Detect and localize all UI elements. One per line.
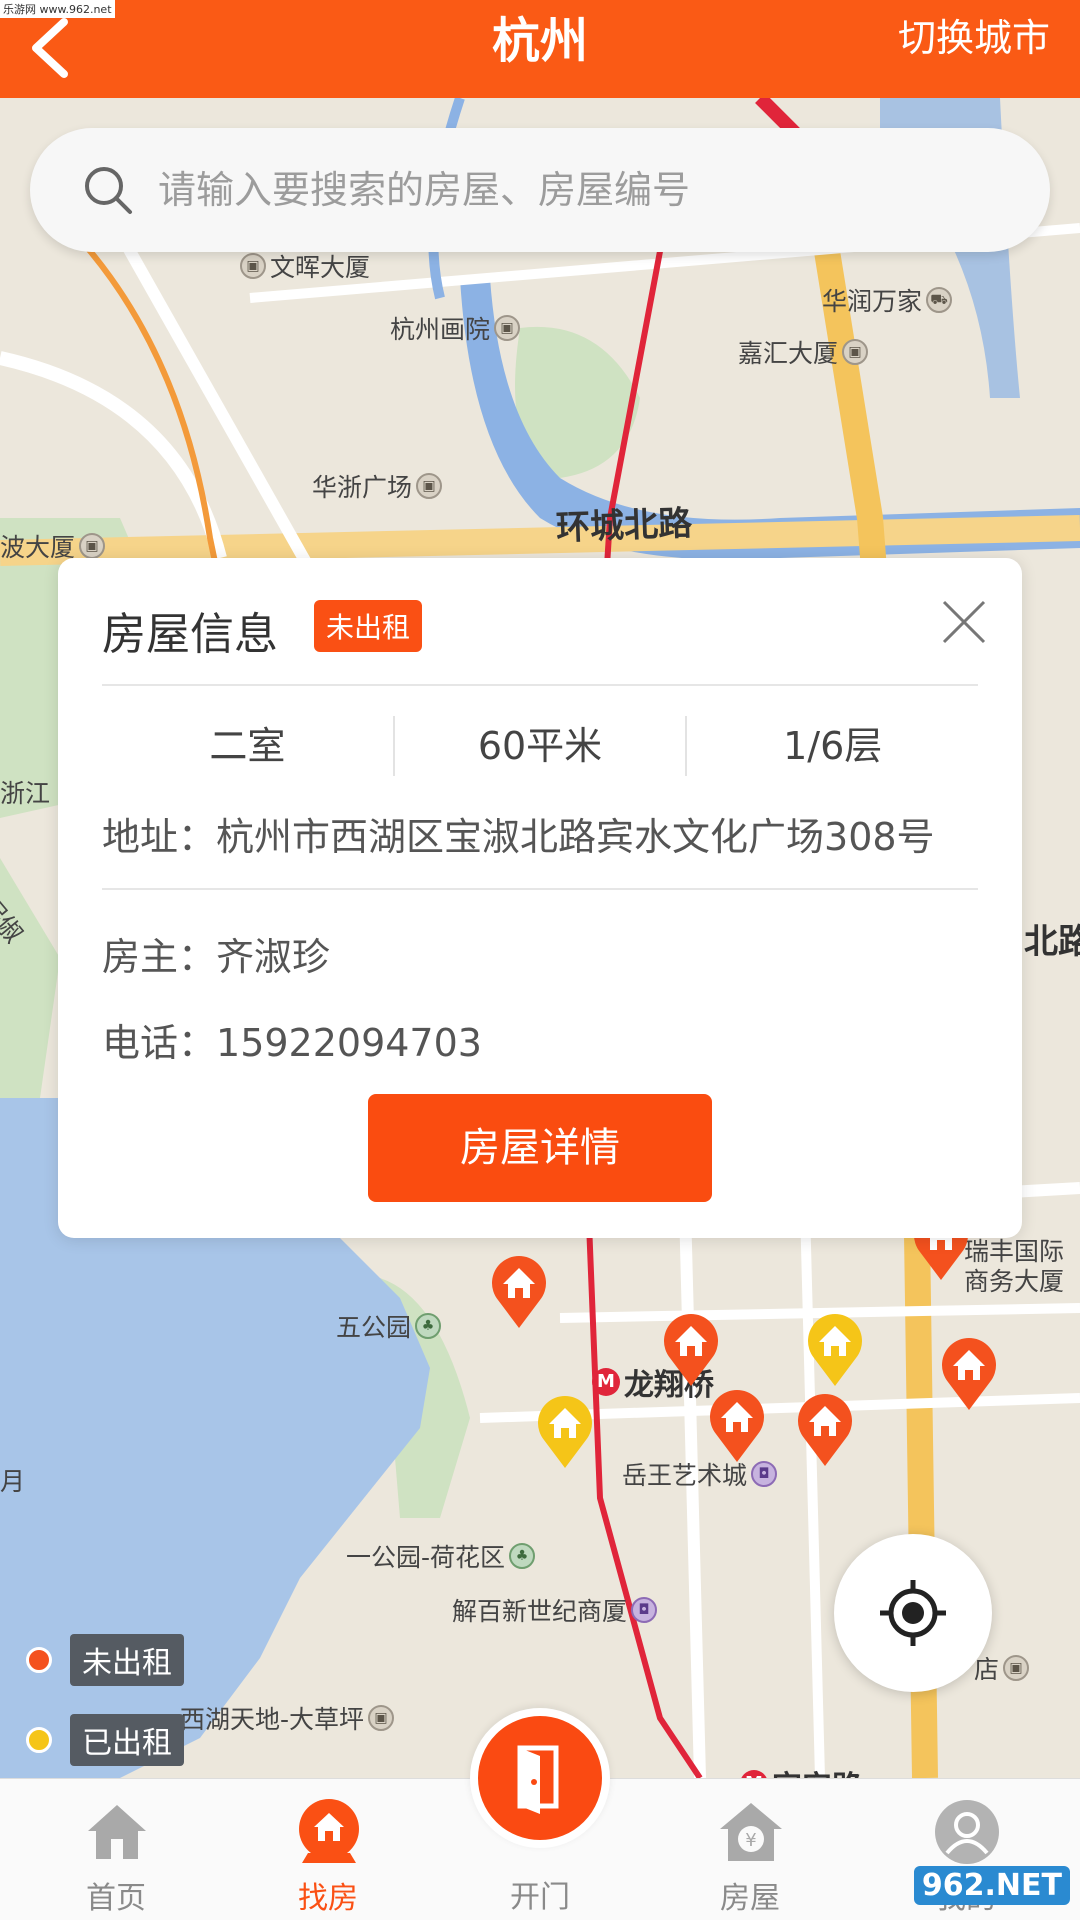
poi-label: 五公园 ♣: [336, 1308, 442, 1344]
legend-item-rented: 已出租: [26, 1714, 184, 1766]
house-marker-icon: [664, 1314, 718, 1386]
close-button[interactable]: [938, 596, 990, 648]
nav-label: 找房: [298, 1881, 358, 1916]
nav-house[interactable]: ¥ 房屋: [680, 1779, 820, 1920]
switch-city-button[interactable]: 切换城市: [898, 0, 1050, 76]
home-icon: [88, 1805, 146, 1859]
card-title: 房屋信息: [102, 609, 278, 660]
phone-line: 电话：15922094703: [102, 1012, 482, 1067]
watermark-logo: 962.NET: [913, 1866, 1070, 1905]
nav-label: 首页: [86, 1881, 146, 1916]
building-icon: ▣: [79, 533, 106, 559]
phone-label: 电话：: [102, 1021, 217, 1065]
metro-icon: M: [592, 1368, 620, 1396]
house-pin-unrented[interactable]: [662, 1314, 720, 1388]
nav-label-door: 开门: [510, 1880, 570, 1915]
address-line: 地址：杭州市西湖区宝淑北路宾水文化广场308号: [102, 806, 935, 861]
house-marker-icon: [492, 1256, 546, 1328]
locate-button[interactable]: [834, 1534, 992, 1692]
house-marker-icon: [798, 1394, 852, 1466]
phone-value[interactable]: 15922094703: [216, 1021, 482, 1065]
poi-label: 月: [0, 1467, 26, 1496]
watermark: 乐游网 www.962.net: [0, 0, 115, 18]
building-icon: ▣: [494, 315, 521, 341]
open-door-button[interactable]: [470, 1708, 610, 1848]
owner-line: 房主：齐淑珍: [102, 926, 330, 981]
search-icon: [85, 167, 132, 214]
house-marker-icon: [808, 1314, 862, 1386]
building-icon: ▣: [1003, 1655, 1030, 1681]
legend-dot-unrented: [26, 1647, 52, 1673]
house-info-card: 房屋信息 未出租 二室 60平米 1/6层 地址：杭州市西湖区宝淑北路宾水文化广…: [58, 558, 1022, 1238]
room-count: 二室: [102, 716, 395, 776]
poi-label: 一公园-荷花区 ♣: [346, 1538, 536, 1574]
divider: [102, 888, 978, 890]
park-icon: ♣: [509, 1543, 536, 1569]
poi-label: ▣ 文晖大厦: [240, 248, 370, 284]
legend-label: 已出租: [70, 1714, 184, 1766]
poi-label: 解百新世纪商厦 ◘: [452, 1592, 658, 1628]
poi-label: 华浙广场 ▣: [312, 468, 443, 504]
poi-label: 西湖天地-大草坪 ▣: [180, 1700, 395, 1736]
search-bar[interactable]: [30, 128, 1050, 252]
house-pin-unrented[interactable]: [796, 1394, 854, 1468]
poi-label: 杭州画院 ▣: [390, 310, 521, 346]
find-house-icon: [299, 1799, 359, 1863]
owner-value: 齐淑珍: [216, 935, 331, 979]
header: 杭州 切换城市: [0, 0, 1080, 98]
house-marker-icon: [942, 1338, 996, 1410]
poi-label: 华润万家 ⛟: [822, 282, 953, 318]
building-icon: ▣: [240, 253, 266, 279]
spec-row: 二室 60平米 1/6层: [102, 716, 978, 776]
address-label: 地址：: [102, 815, 217, 859]
legend-item-unrented: 未出租: [26, 1634, 184, 1686]
building-icon: ▣: [416, 473, 443, 499]
metro-icon: M: [740, 1770, 768, 1778]
poi-label: 商务大厦: [964, 1267, 1065, 1296]
house-marker-icon: [538, 1396, 592, 1468]
house-marker-icon: [710, 1390, 764, 1462]
house-pin-rented[interactable]: [806, 1314, 864, 1388]
area: 60平米: [395, 716, 688, 776]
user-icon: [935, 1800, 999, 1864]
svg-text:¥: ¥: [745, 1830, 756, 1851]
floor: 1/6层: [783, 724, 883, 768]
house-pin-rented[interactable]: [536, 1396, 594, 1470]
map-legend: 未出租 已出租: [26, 1634, 184, 1778]
house-yen-icon: ¥: [720, 1803, 782, 1861]
poi-label: 浙江: [0, 779, 51, 808]
owner-label: 房主：: [102, 935, 217, 979]
legend-label: 未出租: [70, 1634, 184, 1686]
building-icon: ▣: [842, 339, 869, 365]
nav-find[interactable]: 找房: [258, 1779, 398, 1920]
nav-label: 房屋: [720, 1881, 780, 1916]
house-pin-unrented[interactable]: [708, 1390, 766, 1464]
house-detail-button[interactable]: 房屋详情: [368, 1094, 712, 1202]
crosshair-icon: [880, 1580, 946, 1646]
metro-station-label: M定安路: [740, 1762, 862, 1778]
road-label: 北路: [1024, 922, 1080, 962]
road-label: 环城北路: [555, 503, 693, 549]
poi-label: 嘉汇大厦 ▣: [738, 334, 869, 370]
house-pin-unrented[interactable]: [940, 1338, 998, 1412]
park-icon: ♣: [415, 1313, 442, 1339]
house-pin-unrented[interactable]: [490, 1256, 548, 1330]
door-icon: [517, 1745, 559, 1814]
status-badge: 未出租: [314, 600, 423, 652]
divider: [102, 684, 978, 686]
search-input[interactable]: [158, 168, 958, 212]
shopping-bag-icon: ◘: [751, 1461, 778, 1487]
poi-label: 店 ▣: [974, 1650, 1030, 1686]
shopping-cart-icon: ⛟: [926, 287, 953, 313]
close-icon: [942, 600, 986, 644]
legend-dot-rented: [26, 1727, 52, 1753]
shopping-bag-icon: ◘: [631, 1597, 658, 1623]
address-value: 杭州市西湖区宝淑北路宾水文化广场308号: [216, 815, 935, 859]
nav-home[interactable]: 首页: [46, 1779, 186, 1920]
building-icon: ▣: [368, 1705, 395, 1731]
